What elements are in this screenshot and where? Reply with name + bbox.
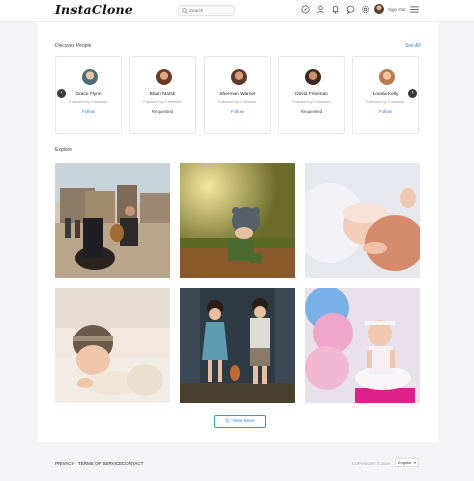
explore-photo[interactable] — [305, 288, 420, 403]
person-card: Sherman Warner Followed by 0 member Foll… — [204, 56, 271, 134]
follow-button[interactable]: Follow — [56, 109, 121, 114]
search-box[interactable] — [178, 5, 235, 16]
person-card: David Freeman Followed by 0 member Reque… — [278, 56, 345, 134]
search-input[interactable] — [189, 6, 233, 15]
person-followers: Followed by 0 member — [218, 100, 257, 104]
avatar[interactable] — [156, 69, 172, 85]
view-more-label: View More — [232, 419, 255, 424]
requested-button[interactable]: Requested — [279, 109, 344, 114]
refresh-icon — [225, 418, 230, 423]
user-icon[interactable] — [316, 5, 325, 14]
discover-title: Discover People — [55, 43, 92, 49]
chevron-down-icon: ▾ — [413, 460, 416, 465]
chat-icon[interactable] — [346, 5, 355, 14]
compass-icon[interactable] — [301, 5, 310, 14]
avatar[interactable] — [305, 69, 321, 85]
avatar[interactable] — [82, 69, 98, 85]
view-more-button[interactable]: View More — [214, 415, 266, 428]
contact-link[interactable]: CONTACT — [122, 461, 143, 466]
person-card: Brian Marsh Followed by 0 member Request… — [129, 56, 196, 134]
settings-icon[interactable] — [361, 5, 370, 14]
language-select[interactable]: English ▾ — [395, 458, 419, 467]
person-followers: Followed by 0 member — [366, 100, 405, 104]
person-followers: Followed by 0 member — [69, 100, 108, 104]
person-name[interactable]: Sherman Warner — [205, 92, 270, 97]
follow-button[interactable]: Follow — [353, 109, 418, 114]
avatar[interactable] — [379, 69, 395, 85]
person-followers: Followed by 0 member — [292, 100, 331, 104]
avatar[interactable] — [374, 4, 384, 14]
menu-icon[interactable] — [410, 6, 419, 13]
copyright-text: COPYRIGHT © 2019 — [352, 461, 390, 466]
explore-photo[interactable] — [305, 163, 420, 278]
explore-photo[interactable] — [55, 163, 170, 278]
person-name[interactable]: David Freeman — [279, 92, 344, 97]
requested-button[interactable]: Requested — [130, 109, 195, 114]
terms-link[interactable]: TERMS OF SERVICE — [78, 461, 122, 466]
chevron-left-icon[interactable]: ‹ — [57, 89, 66, 98]
chevron-right-icon[interactable]: › — [408, 89, 417, 98]
bell-icon[interactable] — [331, 5, 340, 14]
person-name[interactable]: Brian Marsh — [130, 92, 195, 97]
avatar[interactable] — [231, 69, 247, 85]
app-logo[interactable]: InstaClone — [55, 2, 133, 17]
sign-out-link[interactable]: Sign Out — [388, 7, 406, 12]
see-all-link[interactable]: See All — [405, 43, 421, 49]
follow-button[interactable]: Follow — [205, 109, 270, 114]
explore-title: Explore — [55, 147, 72, 153]
explore-photo[interactable] — [55, 288, 170, 403]
explore-photo[interactable] — [180, 163, 295, 278]
top-navbar: InstaClone Sign Out — [0, 0, 474, 22]
language-value: English — [398, 460, 412, 465]
search-icon — [182, 8, 188, 14]
person-followers: Followed by 0 member — [143, 100, 182, 104]
privacy-link[interactable]: PRIVACY — [55, 461, 74, 466]
explore-photo[interactable] — [180, 288, 295, 403]
